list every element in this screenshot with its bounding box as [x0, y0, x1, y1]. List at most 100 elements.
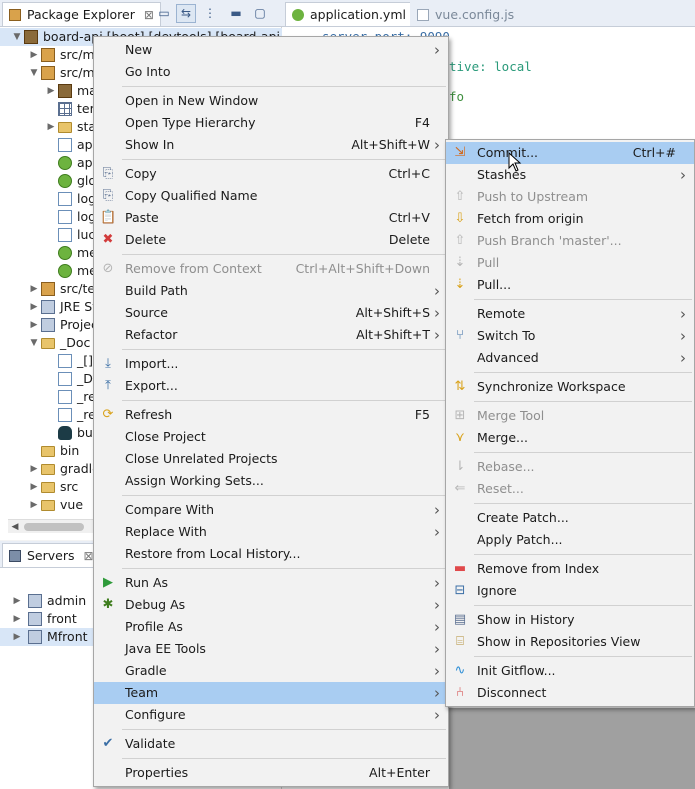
menu-item-label: Init Gitflow... [477, 663, 556, 678]
editor-tab-vue-config[interactable]: vue.config.js [410, 2, 522, 26]
menu-item-pull[interactable]: ⇣ Pull... [446, 274, 694, 296]
collapsed-twisty-icon[interactable]: ▶ [29, 46, 39, 64]
menu-item-gradle[interactable]: Gradle › [94, 660, 448, 682]
menu-item-import[interactable]: ⤓ Import... [94, 353, 448, 375]
collapsed-twisty-icon[interactable]: ▶ [12, 628, 22, 646]
menu-item-shortcut: F5 [414, 407, 430, 422]
gradle-icon [58, 426, 72, 440]
menu-item-label: Refactor [125, 327, 178, 342]
menu-item-restore-from-local-history[interactable]: Restore from Local History... [94, 543, 448, 565]
menu-item-properties[interactable]: Properties Alt+Enter [94, 762, 448, 784]
menu-item-label: Restore from Local History... [125, 546, 301, 561]
collapsed-twisty-icon[interactable]: ▶ [46, 118, 56, 136]
tree-item-label: ap [77, 155, 93, 170]
menu-item-show-in-repositories-view[interactable]: ⌸ Show in Repositories View [446, 631, 694, 653]
menu-item-delete[interactable]: ✖ Delete Delete [94, 229, 448, 251]
menu-item-export[interactable]: ⤒ Export... [94, 375, 448, 397]
file-icon [58, 138, 72, 152]
menu-item-merge[interactable]: ⋎ Merge... [446, 427, 694, 449]
menu-item-remote[interactable]: Remote › [446, 303, 694, 325]
menu-item-shortcut: Ctrl+# [632, 145, 676, 160]
menu-item-label: Ignore [477, 583, 517, 598]
menu-item-advanced[interactable]: Advanced › [446, 347, 694, 369]
menu-item-label: Delete [125, 232, 167, 247]
menu-item-push-to-upstream: ⇧ Push to Upstream [446, 186, 694, 208]
servers-tab[interactable]: Servers ⊠ [2, 543, 101, 567]
menu-item-show-in-history[interactable]: ▤ Show in History [446, 609, 694, 631]
menu-item-create-patch[interactable]: Create Patch... [446, 507, 694, 529]
menu-item-paste[interactable]: 📋 Paste Ctrl+V [94, 207, 448, 229]
collapsed-twisty-icon[interactable]: ▶ [12, 592, 22, 610]
scrollbar-thumb[interactable] [24, 523, 84, 531]
servers-icon [9, 550, 21, 562]
collapse-all-icon[interactable]: ▭ [154, 4, 174, 23]
menu-item-debug-as[interactable]: ✱ Debug As › [94, 594, 448, 616]
menu-item-copy-qualified-name[interactable]: ⎘ Copy Qualified Name [94, 185, 448, 207]
collapsed-twisty-icon[interactable]: ▶ [29, 460, 39, 478]
collapsed-twisty-icon[interactable]: ▶ [29, 478, 39, 496]
menu-item-apply-patch[interactable]: Apply Patch... [446, 529, 694, 551]
menu-item-stashes[interactable]: Stashes › [446, 164, 694, 186]
menu-item-build-path[interactable]: Build Path › [94, 280, 448, 302]
menu-item-profile-as[interactable]: Profile As › [94, 616, 448, 638]
menu-item-label: Fetch from origin [477, 211, 584, 226]
menu-item-close-project[interactable]: Close Project [94, 426, 448, 448]
menu-item-copy[interactable]: ⎘ Copy Ctrl+C [94, 163, 448, 185]
menu-item-new[interactable]: New › [94, 39, 448, 61]
debug-icon: ✱ [102, 597, 114, 612]
package-icon [58, 84, 72, 98]
minimize-icon[interactable]: ▬ [226, 4, 246, 23]
scroll-left-icon[interactable]: ◀ [8, 520, 22, 534]
menu-item-open-in-new-window[interactable]: Open in New Window [94, 90, 448, 112]
servers-tab-label: Servers [27, 548, 75, 563]
package-explorer-tab[interactable]: Package Explorer ⊠ [2, 2, 161, 26]
menu-item-label: Pull... [477, 277, 512, 292]
menu-item-replace-with[interactable]: Replace With › [94, 521, 448, 543]
menu-item-commit[interactable]: ⇲ Commit... Ctrl+# [446, 142, 694, 164]
menu-item-java-ee-tools[interactable]: Java EE Tools › [94, 638, 448, 660]
collapsed-twisty-icon[interactable]: ▶ [29, 496, 39, 514]
view-menu-icon[interactable]: ⋮ [200, 4, 220, 23]
maximize-icon[interactable]: ▢ [250, 4, 270, 23]
close-icon[interactable]: ⊠ [144, 8, 154, 22]
menu-item-source[interactable]: Source Alt+Shift+S › [94, 302, 448, 324]
menu-item-team[interactable]: Team › [94, 682, 448, 704]
menu-item-show-in[interactable]: Show In Alt+Shift+W › [94, 134, 448, 156]
menu-item-open-type-hierarchy[interactable]: Open Type Hierarchy F4 [94, 112, 448, 134]
menu-item-switch-to[interactable]: ⑂ Switch To › [446, 325, 694, 347]
menu-item-fetch-from-origin[interactable]: ⇩ Fetch from origin [446, 208, 694, 230]
menu-item-disconnect[interactable]: ⑃ Disconnect [446, 682, 694, 704]
expanded-twisty-icon[interactable]: ▼ [29, 64, 39, 82]
code-line[interactable]: tive: local [449, 59, 532, 74]
menu-item-remove-from-index[interactable]: ▬ Remove from Index [446, 558, 694, 580]
menu-item-label: Close Unrelated Projects [125, 451, 278, 466]
menu-item-refresh[interactable]: ⟳ Refresh F5 [94, 404, 448, 426]
collapsed-twisty-icon[interactable]: ▶ [46, 82, 56, 100]
expanded-twisty-icon[interactable]: ▼ [12, 28, 22, 46]
menu-item-run-as[interactable]: ▶ Run As › [94, 572, 448, 594]
menu-item-assign-working-sets[interactable]: Assign Working Sets... [94, 470, 448, 492]
menu-item-push-branch-master: ⇧ Push Branch 'master'... [446, 230, 694, 252]
editor-overlay-area [449, 708, 695, 789]
menu-item-validate[interactable]: ✔ Validate [94, 733, 448, 755]
menu-item-label: Export... [125, 378, 178, 393]
link-with-editor-icon[interactable]: ⇆ [176, 4, 196, 23]
menu-item-configure[interactable]: Configure › [94, 704, 448, 726]
menu-item-label: Configure [125, 707, 186, 722]
menu-item-synchronize-workspace[interactable]: ⇅ Synchronize Workspace [446, 376, 694, 398]
menu-item-go-into[interactable]: Go Into [94, 61, 448, 83]
menu-item-compare-with[interactable]: Compare With › [94, 499, 448, 521]
copy-icon: ⎘ [102, 166, 114, 181]
collapsed-twisty-icon[interactable]: ▶ [12, 610, 22, 628]
collapsed-twisty-icon[interactable]: ▶ [29, 316, 39, 334]
menu-item-ignore[interactable]: ⊟ Ignore [446, 580, 694, 602]
menu-item-shortcut: Alt+Enter [369, 765, 430, 780]
menu-item-refactor[interactable]: Refactor Alt+Shift+T › [94, 324, 448, 346]
menu-item-init-gitflow[interactable]: ∿ Init Gitflow... [446, 660, 694, 682]
collapsed-twisty-icon[interactable]: ▶ [29, 298, 39, 316]
expanded-twisty-icon[interactable]: ▼ [29, 334, 39, 352]
spring-yml-icon [292, 9, 304, 21]
code-line[interactable]: fo [449, 89, 464, 104]
collapsed-twisty-icon[interactable]: ▶ [29, 280, 39, 298]
menu-item-close-unrelated-projects[interactable]: Close Unrelated Projects [94, 448, 448, 470]
